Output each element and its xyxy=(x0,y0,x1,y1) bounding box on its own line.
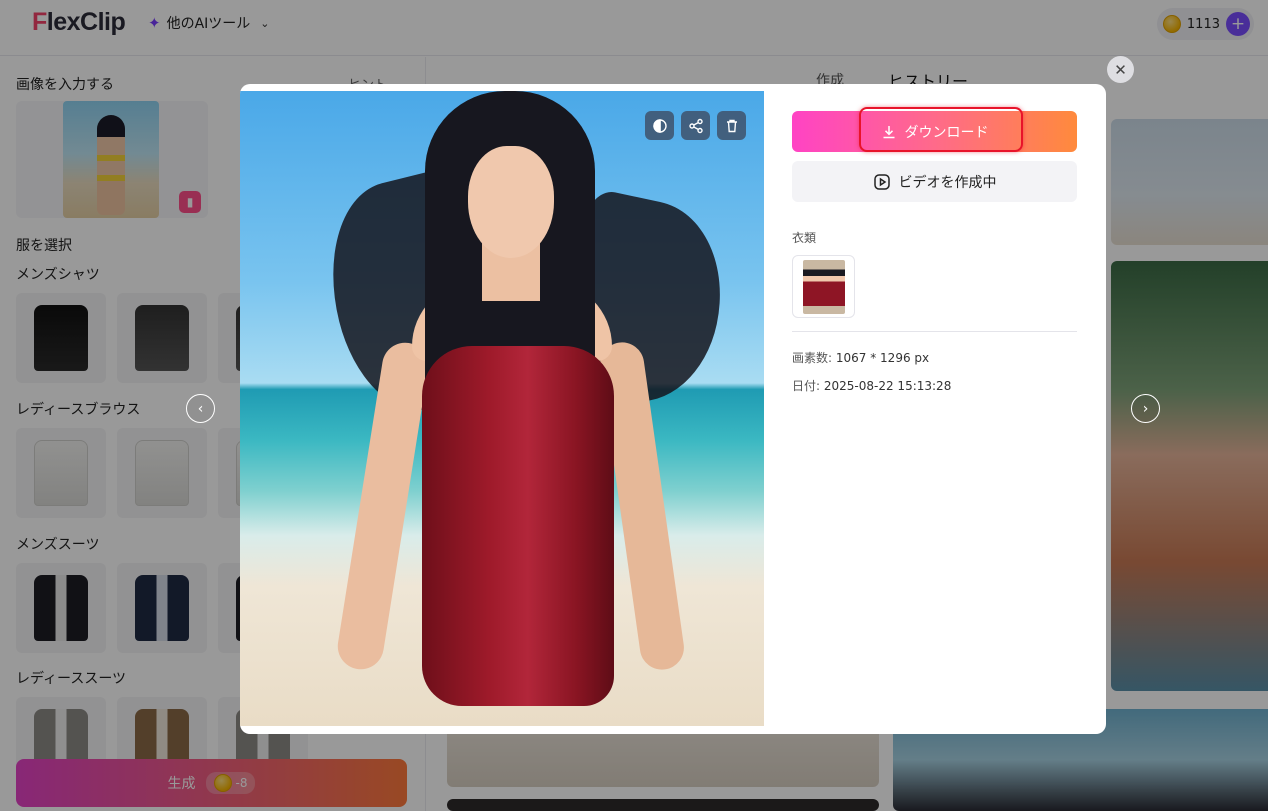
clothing-thumbnail[interactable] xyxy=(792,255,855,318)
image-toolbar xyxy=(645,111,746,140)
download-button[interactable]: ダウンロード xyxy=(792,111,1077,152)
date-info: 日付: 2025-08-22 15:13:28 xyxy=(792,377,951,394)
next-arrow-icon[interactable]: › xyxy=(1131,394,1160,423)
share-icon[interactable] xyxy=(681,111,710,140)
download-icon xyxy=(883,125,894,138)
create-video-button[interactable]: ビデオを作成中 xyxy=(792,161,1077,202)
date-value: 2025-08-22 15:13:28 xyxy=(823,379,952,393)
compare-icon[interactable] xyxy=(645,111,674,140)
create-video-label: ビデオを作成中 xyxy=(898,174,997,191)
download-label: ダウンロード xyxy=(904,124,989,141)
pixel-size-value: 1067 * 1296 px xyxy=(835,351,930,365)
previous-arrow-icon[interactable]: ‹ xyxy=(186,394,215,423)
result-modal: ダウンロード ビデオを作成中 衣類 画素数: 1067 * 1296 px 日付… xyxy=(240,84,1106,734)
result-image xyxy=(240,91,764,726)
date-key: 日付: xyxy=(792,379,821,393)
divider xyxy=(792,331,1077,332)
clothing-label: 衣類 xyxy=(792,231,817,245)
trash-icon[interactable] xyxy=(717,111,746,140)
pixel-size-info: 画素数: 1067 * 1296 px xyxy=(792,349,929,366)
close-icon[interactable]: ✕ xyxy=(1107,56,1134,83)
pixel-size-key: 画素数: xyxy=(792,351,833,365)
video-play-icon xyxy=(873,173,890,190)
